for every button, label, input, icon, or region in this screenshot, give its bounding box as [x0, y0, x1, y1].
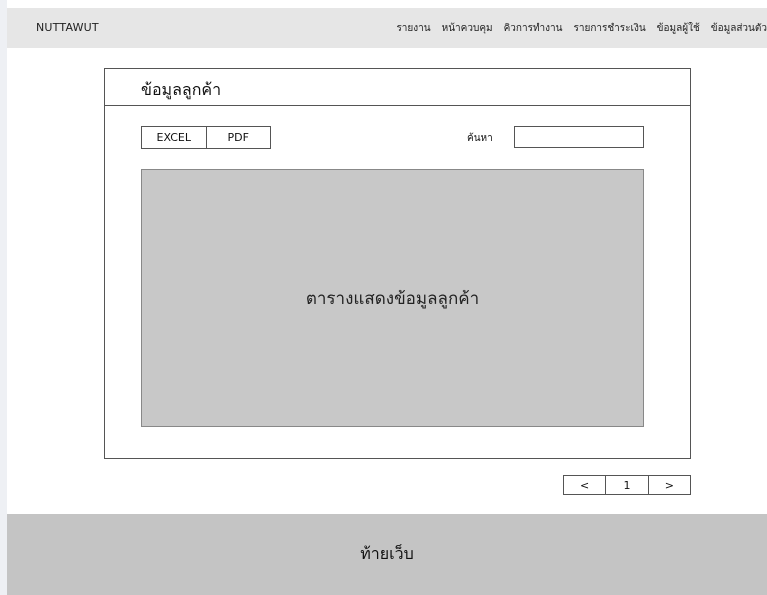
export-excel-button[interactable]: EXCEL — [142, 127, 206, 148]
nav-link-dashboard[interactable]: หน้าควบคุม — [442, 21, 493, 36]
nav-link-report[interactable]: รายงาน — [396, 21, 430, 36]
prev-page-button[interactable]: < — [564, 476, 605, 494]
nav-link-user-info[interactable]: ข้อมูลผู้ใช้ — [657, 21, 700, 36]
customer-table-placeholder: ตารางแสดงข้อมูลลูกค้า — [141, 169, 644, 427]
top-navbar: NUTTAWUT รายงาน หน้าควบคุม คิวการทำงาน ร… — [7, 8, 767, 48]
search-label: ค้นหา — [467, 133, 493, 144]
nav-link-payments[interactable]: รายการชำระเงิน — [574, 21, 646, 36]
next-page-button[interactable]: > — [647, 476, 690, 494]
page-footer: ท้ายเว็บ — [7, 514, 767, 595]
table-placeholder-label: ตารางแสดงข้อมูลลูกค้า — [305, 288, 480, 309]
export-pdf-button[interactable]: PDF — [205, 127, 270, 148]
search-input[interactable] — [514, 126, 644, 148]
title-divider — [105, 105, 690, 106]
footer-text: ท้ายเว็บ — [360, 544, 414, 563]
brand-logo[interactable]: NUTTAWUT — [36, 21, 99, 34]
page-title: ข้อมูลลูกค้า — [141, 80, 222, 99]
nav-link-profile[interactable]: ข้อมูลส่วนตัว — [711, 21, 767, 36]
export-button-group: EXCEL PDF — [141, 126, 271, 149]
current-page-number[interactable]: 1 — [605, 476, 647, 494]
customer-data-card: ข้อมูลลูกค้า EXCEL PDF ค้นหา ตารางแสดงข้… — [104, 68, 691, 459]
nav-menu: รายงาน หน้าควบคุม คิวการทำงาน รายการชำระ… — [385, 21, 767, 36]
pagination: < 1 > — [563, 475, 691, 495]
page-edge — [0, 0, 7, 595]
nav-link-work-queue[interactable]: คิวการทำงาน — [504, 21, 563, 36]
